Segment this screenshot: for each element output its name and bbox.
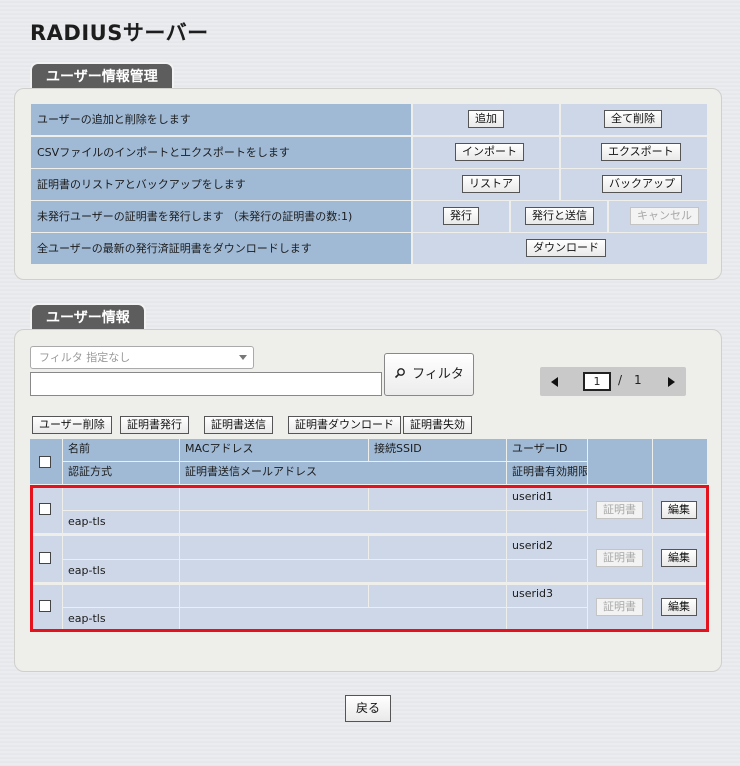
mgmt-row-import-export: CSVファイルのインポートとエクスポートをします インポート エクスポート (31, 137, 707, 168)
mgmt-row-issue: 未発行ユーザーの証明書を発行します （未発行の証明書の数:1) 発行 発行と送信… (31, 201, 707, 232)
send-cert-button[interactable]: 証明書送信 (204, 416, 273, 434)
cell-expiry (507, 560, 587, 582)
cert-button[interactable]: 証明書 (596, 549, 643, 567)
row-checkbox[interactable] (39, 503, 51, 515)
mgmt-row-add-delete: ユーザーの追加と削除をします 追加 全て削除 (31, 104, 707, 135)
delete-user-button[interactable]: ユーザー削除 (32, 416, 112, 434)
mgmt-row-restore-backup: 証明書のリストアとバックアップをします リストア バックアップ (31, 169, 707, 200)
mgmt-label: 未発行ユーザーの証明書を発行します （未発行の証明書の数:1) (31, 201, 411, 232)
filter-button-label: フィルタ (412, 367, 464, 382)
download-button[interactable]: ダウンロード (526, 239, 606, 257)
cert-button[interactable]: 証明書 (596, 501, 643, 519)
download-cert-button[interactable]: 証明書ダウンロード (288, 416, 401, 434)
cell-ssid (369, 488, 506, 510)
search-icon (395, 368, 406, 379)
cell-expiry (507, 511, 587, 533)
mgmt-label: 証明書のリストアとバックアップをします (31, 169, 411, 200)
filter-select[interactable]: フィルタ 指定なし (30, 346, 254, 369)
cell-name (63, 585, 179, 607)
cell-mac (180, 488, 368, 510)
prev-page-icon[interactable] (551, 377, 558, 387)
delete-all-button[interactable]: 全て削除 (604, 110, 662, 128)
filter-select-value: フィルタ 指定なし (39, 351, 131, 364)
edit-button[interactable]: 編集 (661, 598, 697, 616)
select-all-checkbox[interactable] (39, 456, 51, 468)
section-tab-user-info: ユーザー情報 (30, 303, 146, 329)
cert-button[interactable]: 証明書 (596, 598, 643, 616)
row-checkbox[interactable] (39, 552, 51, 564)
cell-email (180, 560, 506, 582)
column-header-ssid: 接続SSID (369, 439, 506, 461)
cell-email (180, 511, 506, 533)
row-checkbox[interactable] (39, 600, 51, 612)
edit-button[interactable]: 編集 (661, 501, 697, 519)
page-title: RADIUSサーバー (30, 21, 209, 45)
cell-expiry (507, 608, 587, 629)
pager-total: 1 (634, 373, 642, 387)
cell-userid: userid2 (507, 536, 587, 559)
cell-mac (180, 585, 368, 607)
mgmt-label: 全ユーザーの最新の発行済証明書をダウンロードします (31, 233, 411, 264)
cell-userid: userid1 (507, 488, 587, 510)
issue-and-send-button[interactable]: 発行と送信 (525, 207, 594, 225)
cell-name (63, 488, 179, 510)
issue-cert-button[interactable]: 証明書発行 (120, 416, 189, 434)
cell-auth: eap-tls (63, 560, 179, 582)
restore-button[interactable]: リストア (462, 175, 520, 193)
section-tab-user-management: ユーザー情報管理 (30, 62, 174, 88)
issue-button[interactable]: 発行 (443, 207, 479, 225)
cell-ssid (369, 536, 506, 559)
cell-email (180, 608, 506, 629)
backup-button[interactable]: バックアップ (602, 175, 682, 193)
column-header-name: 名前 (63, 439, 179, 461)
edit-button[interactable]: 編集 (661, 549, 697, 567)
import-button[interactable]: インポート (455, 143, 524, 161)
add-button[interactable]: 追加 (468, 110, 504, 128)
pager: 1 / 1 (540, 367, 686, 396)
chevron-down-icon (239, 355, 247, 360)
mgmt-row-download: 全ユーザーの最新の発行済証明書をダウンロードします ダウンロード (31, 233, 707, 264)
cell-mac (180, 536, 368, 559)
cell-userid: userid3 (507, 585, 587, 607)
cell-ssid (369, 585, 506, 607)
column-header-userid: ユーザーID (507, 439, 587, 461)
back-button[interactable]: 戻る (345, 695, 391, 722)
column-header-email: 証明書送信メールアドレス (180, 462, 506, 484)
filter-input[interactable] (30, 372, 382, 396)
column-header-auth: 認証方式 (63, 462, 179, 484)
mgmt-label: CSVファイルのインポートとエクスポートをします (31, 137, 411, 168)
cell-name (63, 536, 179, 559)
cancel-button[interactable]: キャンセル (630, 207, 699, 225)
user-management-panel: ユーザーの追加と削除をします 追加 全て削除 CSVファイルのインポートとエクス… (14, 88, 722, 280)
cell-auth: eap-tls (63, 608, 179, 629)
pager-separator: / (618, 373, 623, 387)
next-page-icon[interactable] (668, 377, 675, 387)
export-button[interactable]: エクスポート (601, 143, 681, 161)
mgmt-label: ユーザーの追加と削除をします (31, 104, 411, 135)
page-number-input[interactable]: 1 (583, 372, 611, 391)
revoke-cert-button[interactable]: 証明書失効 (403, 416, 472, 434)
filter-button[interactable]: フィルタ (384, 353, 474, 396)
column-header-mac: MACアドレス (180, 439, 368, 461)
cell-auth: eap-tls (63, 511, 179, 533)
column-header-expiry: 証明書有効期限 (507, 462, 587, 484)
